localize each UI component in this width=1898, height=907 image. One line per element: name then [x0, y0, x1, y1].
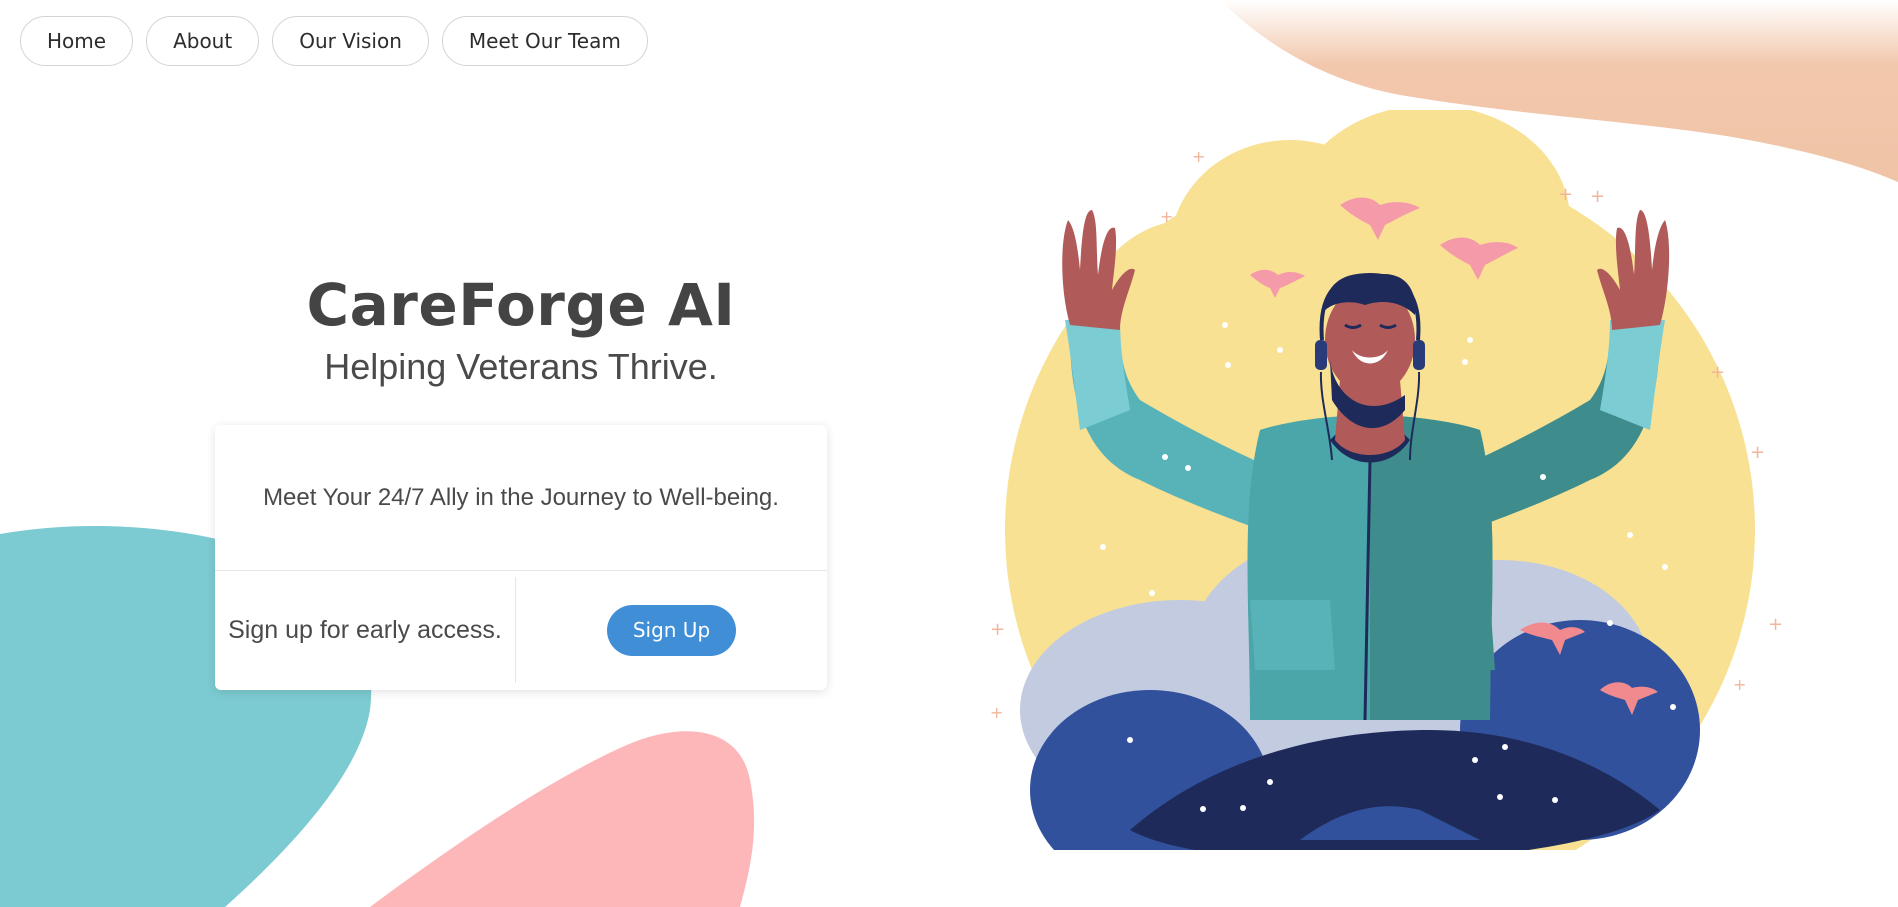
nav-item-label: About: [173, 29, 233, 53]
card-tagline: Meet Your 24/7 Ally in the Journey to We…: [263, 484, 779, 511]
page-subtitle: Helping Veterans Thrive.: [324, 346, 718, 387]
nav-item-our-vision[interactable]: Our Vision: [272, 16, 429, 66]
signup-text: Sign up for early access.: [228, 615, 502, 644]
card-footer: Sign up for early access. Sign Up: [215, 571, 827, 689]
svg-text:+: +: [1160, 207, 1173, 226]
svg-text:+: +: [1590, 186, 1605, 207]
card-header: Meet Your 24/7 Ally in the Journey to We…: [215, 425, 827, 571]
svg-text:+: +: [1192, 147, 1205, 166]
svg-text:+: +: [990, 619, 1005, 640]
nav-item-label: Our Vision: [299, 29, 402, 53]
pink-blob-decoration: [370, 731, 755, 907]
nav-item-label: Meet Our Team: [468, 29, 621, 53]
svg-text:+: +: [1768, 614, 1783, 635]
top-nav: Home About Our Vision Meet Our Team: [20, 16, 648, 66]
svg-text:+: +: [1750, 442, 1765, 463]
hero-section: CareForge AI Helping Veterans Thrive.: [215, 265, 827, 389]
landing-page: Home About Our Vision Meet Our Team Care…: [0, 0, 1898, 907]
nav-item-label: Home: [47, 29, 107, 53]
svg-text:+: +: [990, 703, 1003, 722]
sign-up-button[interactable]: Sign Up: [606, 604, 737, 656]
nav-item-about[interactable]: About: [146, 16, 260, 66]
nav-item-meet-our-team[interactable]: Meet Our Team: [441, 16, 648, 66]
svg-text:+: +: [1710, 362, 1725, 383]
page-title: CareForge AI: [306, 271, 736, 339]
nav-item-home[interactable]: Home: [20, 16, 134, 66]
signup-text-cell: Sign up for early access.: [215, 577, 516, 683]
svg-text:+: +: [1733, 675, 1746, 694]
svg-text:+: +: [1558, 184, 1573, 205]
signup-button-cell: Sign Up: [516, 571, 827, 689]
signup-card: Meet Your 24/7 Ally in the Journey to We…: [215, 425, 827, 690]
veteran-celebrating-illustration: + + + + + + + + + +: [990, 110, 1783, 850]
